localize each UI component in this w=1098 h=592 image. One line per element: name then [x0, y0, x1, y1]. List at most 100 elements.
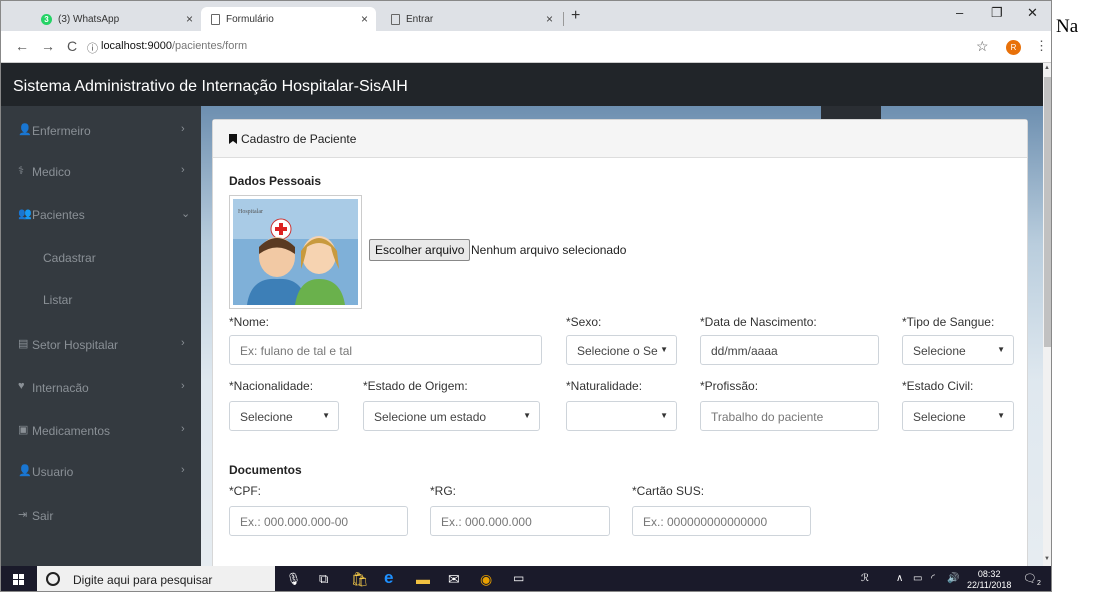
window-close-icon[interactable]: ✕	[1027, 5, 1038, 21]
edge-icon[interactable]: e	[384, 568, 393, 588]
estado-origem-select-value: Selecione um estado	[374, 410, 487, 424]
task-view-icon[interactable]: ⧉	[319, 571, 328, 587]
file-status-text: Nenhum arquivo selecionado	[471, 243, 627, 257]
sidebar-item-medico[interactable]: ⚕ Medico ›	[1, 163, 201, 183]
svg-text:Hospitalar: Hospitalar	[238, 209, 263, 215]
windows-start-icon[interactable]	[13, 574, 25, 586]
sidebar-item-sair[interactable]: ⇥ Sair	[1, 507, 201, 527]
choose-file-button[interactable]: Escolher arquivo	[369, 239, 471, 261]
chevron-right-icon: ›	[181, 164, 185, 176]
page-icon	[391, 13, 400, 25]
sidebar-item-pacientes[interactable]: 👥 Pacientes ⌄	[1, 206, 201, 226]
sidebar-item-label: Usuario	[32, 465, 74, 479]
volume-icon[interactable]: 🔊	[947, 573, 959, 584]
tipo-sangue-select[interactable]: Selecione ▼	[902, 335, 1014, 365]
section-title-personal: Dados Pessoais	[229, 174, 322, 188]
medkit-icon: ▣	[18, 424, 29, 436]
taskbar: Digite aqui para pesquisar 🎙 ⧉ 🛍 e ▬ ✉ ◉…	[1, 566, 1051, 591]
profissao-input[interactable]: Trabalho do paciente	[700, 401, 879, 431]
section-title-documents: Documentos	[229, 463, 302, 477]
sidebar-item-medicamentos[interactable]: ▣ Medicamentos ›	[1, 422, 201, 442]
tab-title: Formulário	[226, 13, 274, 25]
close-icon[interactable]: ×	[361, 12, 368, 26]
cartao-sus-input[interactable]: Ex.: 000000000000000	[632, 506, 811, 536]
browser-tab-strip: 3 (3) WhatsApp × Formulário × Entrar × +…	[1, 1, 1051, 31]
new-tab-icon[interactable]: +	[571, 7, 580, 25]
restore-icon[interactable]: ❐	[991, 5, 1003, 21]
info-icon: ⓘ	[87, 43, 98, 55]
store-icon[interactable]: 🛍	[351, 571, 369, 588]
wifi-icon[interactable]: ◜	[931, 573, 935, 584]
chrome-icon[interactable]: ◉	[480, 571, 492, 588]
chevron-right-icon: ›	[181, 337, 185, 349]
sexo-select[interactable]: Selecione o Se ▼	[566, 335, 677, 365]
back-icon[interactable]: ←	[15, 38, 29, 54]
sidebar: 👤 Enfermeiro › ⚕ Medico › 👥 Pacientes ⌄ …	[1, 106, 201, 566]
nome-input[interactable]: Ex: fulano de tal e tal	[229, 335, 542, 365]
sexo-select-value: Selecione o Se	[577, 344, 658, 358]
sign-out-icon: ⇥	[18, 509, 28, 521]
close-icon[interactable]: ×	[546, 12, 553, 26]
scroll-down-icon[interactable]: ▼	[1044, 556, 1050, 562]
page-scrollbar[interactable]: ▲ ▼	[1043, 63, 1051, 566]
bookmark-icon	[229, 134, 237, 144]
tray-chevron-up-icon[interactable]: ∧	[896, 573, 903, 584]
sidebar-item-label: Sair	[32, 509, 54, 523]
sidebar-item-label: Enfermeiro	[32, 124, 91, 138]
label-tipo-sangue: *Tipo de Sangue:	[902, 315, 995, 329]
page-icon	[211, 13, 220, 25]
menu-kebab-icon[interactable]: ⋮	[1035, 38, 1048, 54]
naturalidade-select[interactable]: ▼	[566, 401, 677, 431]
minimize-icon[interactable]: –	[956, 5, 963, 20]
estado-origem-select[interactable]: Selecione um estado ▼	[363, 401, 540, 431]
notification-icon[interactable]: 🗨	[1023, 572, 1037, 585]
sidebar-item-internacao[interactable]: ♥ Internacão ›	[1, 379, 201, 399]
clock-time: 08:32	[977, 569, 1001, 579]
chevron-down-icon: ▼	[997, 411, 1005, 420]
label-estado-origem: *Estado de Origem:	[363, 379, 468, 393]
sidebar-item-usuario[interactable]: 👤 Usuario ›	[1, 463, 201, 483]
nacionalidade-select-value: Selecione	[240, 410, 293, 424]
file-explorer-icon[interactable]: ▬	[416, 571, 430, 587]
bookmark-star-icon[interactable]: ☆	[976, 38, 989, 55]
taskbar-search-placeholder: Digite aqui para pesquisar	[73, 573, 213, 587]
cpf-input[interactable]: Ex.: 000.000.000-00	[229, 506, 408, 536]
close-icon[interactable]: ×	[186, 12, 193, 26]
label-profissao: *Profissão:	[700, 379, 759, 393]
rg-input[interactable]: Ex.: 000.000.000	[430, 506, 610, 536]
chevron-down-icon: ▼	[997, 345, 1005, 354]
data-nascimento-input[interactable]: dd/mm/aaaa	[700, 335, 879, 365]
url-path: /pacientes/form	[171, 40, 248, 52]
sidebar-item-label: Pacientes	[32, 208, 85, 222]
tab-formulario[interactable]: Formulário ×	[201, 7, 376, 31]
sidebar-item-setor-hospitalar[interactable]: ▤ Setor Hospitalar ›	[1, 336, 201, 356]
battery-icon[interactable]: ▭	[913, 573, 922, 584]
patient-photo-image: Hospitalar	[233, 199, 358, 305]
scroll-up-icon[interactable]: ▲	[1044, 65, 1050, 71]
sidebar-item-enfermeiro[interactable]: 👤 Enfermeiro ›	[1, 122, 201, 142]
tab-whatsapp[interactable]: 3 (3) WhatsApp ×	[31, 7, 201, 31]
label-nome: *Nome:	[229, 315, 270, 329]
sidebar-item-label: Medico	[32, 165, 71, 179]
tipo-sangue-select-value: Selecione	[913, 344, 966, 358]
terminal-icon[interactable]: ▭	[513, 571, 524, 585]
tab-entrar[interactable]: Entrar ×	[381, 7, 561, 31]
microphone-icon[interactable]: 🎙	[286, 572, 301, 586]
chevron-right-icon: ›	[181, 123, 185, 135]
scrollbar-thumb[interactable]	[1044, 77, 1051, 347]
nacionalidade-select[interactable]: Selecione ▼	[229, 401, 339, 431]
cortana-icon	[46, 572, 60, 586]
url-field[interactable]: localhost:9000/pacientes/form	[101, 40, 247, 52]
label-sexo: *Sexo:	[566, 315, 602, 329]
people-icon[interactable]: ℛ	[861, 573, 869, 584]
reload-icon[interactable]: C	[67, 38, 77, 54]
taskbar-search[interactable]: Digite aqui para pesquisar	[37, 566, 275, 591]
sidebar-subitem-listar[interactable]: Listar	[43, 293, 72, 307]
forward-icon[interactable]: →	[41, 38, 55, 54]
estado-civil-select[interactable]: Selecione ▼	[902, 401, 1014, 431]
chevron-down-icon: ▼	[660, 345, 668, 354]
taskbar-clock[interactable]: 08:32 22/11/2018	[967, 569, 1011, 591]
mail-icon[interactable]: ✉	[448, 571, 460, 588]
sidebar-subitem-cadastrar[interactable]: Cadastrar	[43, 251, 96, 265]
profile-avatar[interactable]: R	[1006, 40, 1021, 55]
